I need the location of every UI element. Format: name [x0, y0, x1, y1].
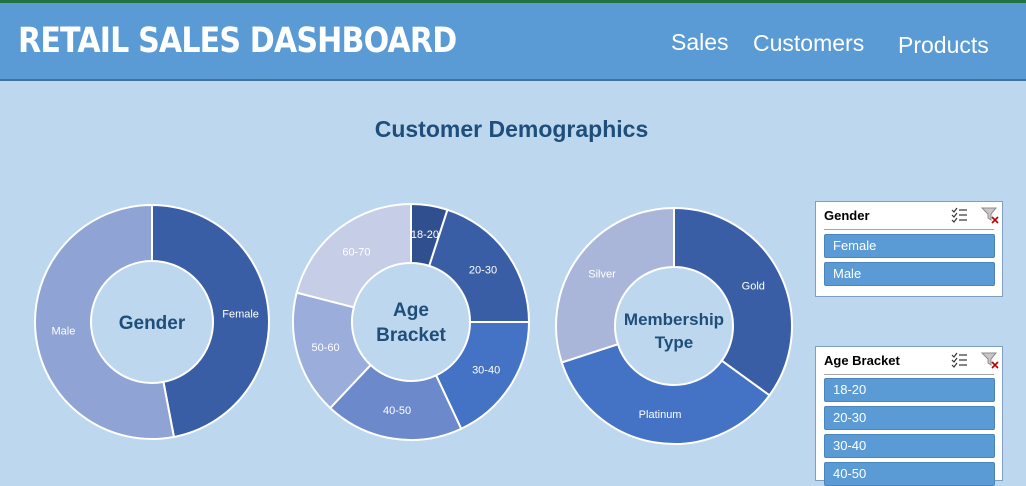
gender-slicer: Gender Female Male	[815, 201, 1003, 297]
donut-slice-gold[interactable]	[673, 206, 793, 397]
slicer-item-40-50[interactable]: 40-50	[824, 462, 995, 486]
slicer-title: Age Bracket	[824, 353, 900, 368]
slicer-item-female[interactable]: Female	[824, 234, 995, 258]
slicer-item-male[interactable]: Male	[824, 262, 995, 286]
multi-select-icon[interactable]	[950, 351, 968, 369]
membership-type-donut-chart[interactable]: Gold Platinum Silver Membership Type	[555, 206, 793, 445]
donut-center-label: Membership	[624, 310, 724, 329]
slicer-item-30-40[interactable]: 30-40	[824, 434, 995, 458]
slice-label-female: Female	[222, 309, 259, 321]
slicer-item-18-20[interactable]: 18-20	[824, 378, 995, 402]
clear-filter-icon[interactable]	[981, 206, 999, 224]
slice-label-silver: Silver	[588, 269, 616, 281]
clear-filter-icon[interactable]	[981, 351, 999, 369]
slice-label-gold: Gold	[742, 281, 765, 293]
slicer-header: Age Bracket	[824, 347, 999, 375]
slicer-title: Gender	[824, 208, 870, 223]
gender-donut-chart[interactable]: Female Male Gender	[34, 203, 270, 440]
slice-label-20-30: 20-30	[469, 265, 497, 277]
donut-center-label: Type	[655, 333, 693, 352]
donut-center-label: Age	[393, 300, 429, 321]
slice-label-18-20: 18-20	[411, 229, 439, 241]
age-bracket-slicer: Age Bracket 18-20 20-30 30-40 40-50	[815, 346, 1003, 486]
slice-label-platinum: Platinum	[639, 409, 682, 421]
slice-label-male: Male	[51, 325, 75, 337]
donut-center-label: Bracket	[376, 325, 446, 346]
donut-center-label: Gender	[119, 313, 186, 334]
slicer-item-20-30[interactable]: 20-30	[824, 406, 995, 430]
slice-label-40-50: 40-50	[383, 405, 411, 417]
multi-select-icon[interactable]	[950, 206, 968, 224]
age-bracket-donut-chart[interactable]: 18-20 20-30 30-40 40-50 50-60 60-70 Age Bracket	[292, 202, 531, 441]
slice-label-60-70: 60-70	[342, 247, 370, 259]
slice-label-50-60: 50-60	[311, 342, 339, 354]
slice-label-30-40: 30-40	[472, 365, 500, 377]
slicer-header: Gender	[824, 202, 999, 230]
